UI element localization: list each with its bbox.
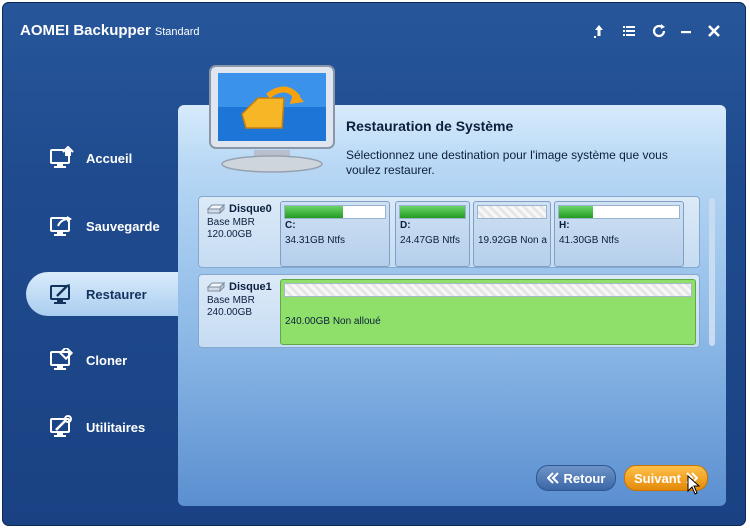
close-icon[interactable] — [703, 20, 725, 42]
partition-usage-bar — [284, 283, 692, 297]
disk-size: 120.00GB — [207, 229, 253, 240]
partition-usage-bar — [284, 205, 386, 219]
sidebar-item-cloner[interactable]: Cloner — [26, 338, 186, 382]
back-button[interactable]: Retour — [536, 465, 616, 491]
disk-name: Disque0 — [229, 203, 272, 215]
menu-icon[interactable] — [618, 20, 640, 42]
app-window: AOMEI Backupper Standard Accueil Sauvegar… — [2, 2, 746, 526]
partition-info: 19.92GB Non a — [478, 235, 547, 246]
page-description: Sélectionnez une destination pour l'imag… — [346, 148, 668, 177]
mouse-cursor-icon — [687, 474, 701, 500]
disk-list-scrollbar[interactable] — [709, 198, 715, 346]
upgrade-icon[interactable] — [588, 20, 610, 42]
home-icon — [48, 144, 76, 172]
restore-icon — [48, 280, 76, 308]
disk-name: Disque1 — [229, 281, 272, 293]
partition-info: 41.30GB Ntfs — [559, 235, 620, 246]
sidebar-item-label: Restaurer — [86, 286, 147, 302]
disk-type: Base MBR — [207, 217, 255, 228]
tools-icon — [48, 413, 76, 441]
app-name: AOMEI Backupper — [20, 22, 151, 39]
partition-letter: D: — [400, 220, 411, 231]
partition-unallocated[interactable]: 19.92GB Non a — [473, 201, 551, 267]
refresh-icon[interactable] — [648, 20, 670, 42]
disk-icon — [207, 204, 225, 214]
sidebar-item-utilitaires[interactable]: Utilitaires — [26, 405, 186, 449]
partition-letter: H: — [559, 220, 570, 231]
disk-type: Base MBR — [207, 295, 255, 306]
disk-info: Disque0 Base MBR 120.00GB — [207, 203, 279, 241]
sidebar-item-label: Cloner — [86, 352, 128, 368]
partition-unallocated-selected[interactable]: 240.00GB Non alloué — [280, 279, 696, 345]
partition-d[interactable]: D: 24.47GB Ntfs — [395, 201, 470, 267]
disk-info: Disque1 Base MBR 240.00GB — [207, 281, 279, 319]
sidebar-item-accueil[interactable]: Accueil — [26, 136, 186, 180]
partition-usage-bar — [399, 205, 466, 219]
disk-row-disque0: Disque0 Base MBR 120.00GB C: 34.31GB Ntf… — [198, 196, 700, 268]
partition-info: 34.31GB Ntfs — [285, 235, 346, 246]
partition-h[interactable]: H: 41.30GB Ntfs — [554, 201, 684, 267]
back-button-label: Retour — [563, 470, 606, 486]
partition-info: 240.00GB Non alloué — [285, 316, 381, 327]
partition-usage-bar — [477, 205, 547, 219]
sidebar-item-label: Utilitaires — [86, 419, 146, 435]
app-edition: Standard — [154, 26, 200, 38]
double-chevron-left-icon — [546, 472, 559, 484]
partition-letter: C: — [285, 220, 296, 231]
disk-icon — [207, 282, 225, 292]
sidebar-item-sauvegarde[interactable]: Sauvegarde — [26, 204, 186, 248]
clone-icon — [48, 346, 76, 374]
app-title: AOMEI Backupper Standard — [20, 22, 200, 39]
sidebar-item-label: Accueil — [86, 150, 133, 166]
partition-usage-bar — [558, 205, 680, 219]
restore-monitor-icon — [206, 64, 338, 176]
sidebar-item-restaurer[interactable]: Restaurer — [26, 272, 186, 316]
partition-c[interactable]: C: 34.31GB Ntfs — [280, 201, 390, 267]
partition-info: 24.47GB Ntfs — [400, 235, 461, 246]
next-button-label: Suivant — [634, 470, 681, 486]
disk-row-disque1: Disque1 Base MBR 240.00GB 240.00GB Non a… — [198, 274, 700, 348]
minimize-icon[interactable] — [675, 20, 697, 42]
disk-size: 240.00GB — [207, 307, 253, 318]
page-title: Restauration de Système — [346, 118, 514, 134]
disk-list: Disque0 Base MBR 120.00GB C: 34.31GB Ntf… — [198, 196, 704, 348]
sidebar-item-label: Sauvegarde — [86, 218, 160, 234]
backup-icon — [48, 212, 76, 240]
